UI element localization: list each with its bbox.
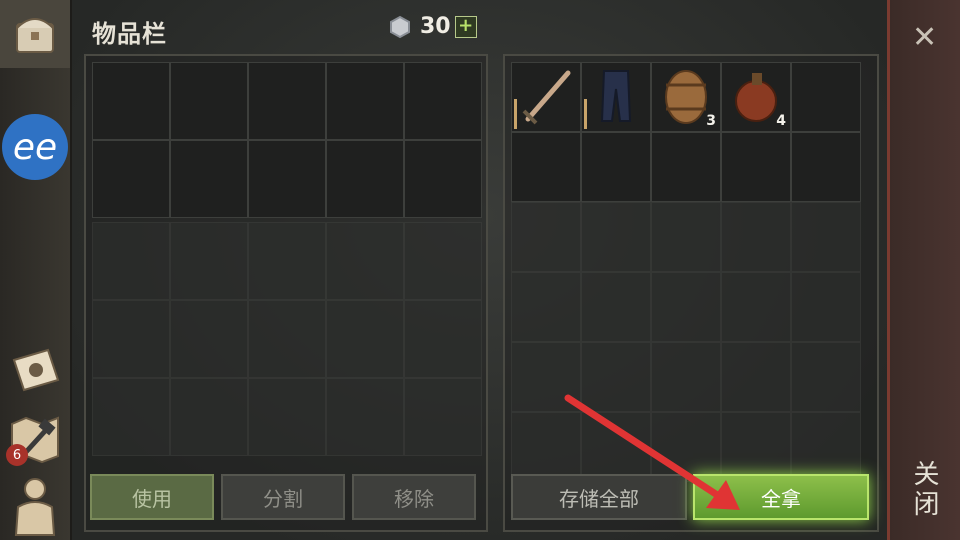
locked-slot <box>791 202 861 272</box>
character-icon[interactable] <box>8 474 62 538</box>
currency-display: 30 + <box>388 14 477 39</box>
locked-slot <box>248 222 326 300</box>
locked-slot <box>326 300 404 378</box>
locked-slot <box>92 300 170 378</box>
locked-slots-grid <box>92 222 482 456</box>
inventory-slot[interactable] <box>326 140 404 218</box>
locked-slot <box>791 272 861 342</box>
loot-grid: 3 4 <box>511 62 863 202</box>
inventory-slot[interactable] <box>404 140 482 218</box>
sword-icon <box>522 70 571 125</box>
close-label: 关闭 <box>909 460 939 520</box>
ee-logo-icon[interactable]: ee <box>2 114 68 180</box>
remove-button[interactable]: 移除 <box>352 474 476 520</box>
locked-slot <box>326 378 404 456</box>
locked-slot <box>170 222 248 300</box>
loot-slot[interactable] <box>581 132 651 202</box>
sidebar-active-tab[interactable] <box>0 0 70 68</box>
locked-slot <box>404 378 482 456</box>
gem-icon <box>390 15 410 38</box>
sidebar: ee 6 <box>0 0 72 540</box>
locked-slot <box>721 272 791 342</box>
split-button[interactable]: 分割 <box>221 474 345 520</box>
loot-slot[interactable] <box>791 62 861 132</box>
sun-book-icon[interactable] <box>6 345 64 395</box>
locked-slot <box>791 342 861 412</box>
locked-slot <box>248 300 326 378</box>
locked-slot <box>511 202 581 272</box>
inventory-slot[interactable] <box>92 62 170 140</box>
locked-slot <box>170 300 248 378</box>
inventory-slot[interactable] <box>404 62 482 140</box>
loot-slot[interactable] <box>651 132 721 202</box>
arrow-pointer-icon <box>564 394 740 510</box>
locked-slot <box>651 202 721 272</box>
locked-slot <box>651 272 721 342</box>
notification-badge: 6 <box>6 444 28 466</box>
locked-slot <box>581 272 651 342</box>
chest-icon <box>10 8 60 58</box>
inventory-slot[interactable] <box>248 140 326 218</box>
item-quantity: 3 <box>706 113 716 129</box>
locked-slot <box>404 222 482 300</box>
locked-slot <box>248 378 326 456</box>
pants-icon <box>600 70 632 122</box>
loot-slot-flask[interactable]: 4 <box>721 62 791 132</box>
add-currency-button[interactable]: + <box>454 15 477 38</box>
loot-slot-pants[interactable] <box>581 62 651 132</box>
durability-bar <box>584 99 587 129</box>
locked-slot <box>791 412 861 482</box>
inventory-slot[interactable] <box>326 62 404 140</box>
use-button[interactable]: 使用 <box>90 474 214 520</box>
loot-slot-barrel[interactable]: 3 <box>651 62 721 132</box>
locked-slot <box>581 202 651 272</box>
locked-slot <box>326 222 404 300</box>
map-hammer-icon[interactable]: 6 <box>6 410 64 466</box>
close-panel[interactable]: ✕ 关闭 <box>887 0 960 540</box>
loot-slot[interactable] <box>721 132 791 202</box>
inventory-slot[interactable] <box>92 140 170 218</box>
locked-slot <box>404 300 482 378</box>
locked-slot <box>92 222 170 300</box>
close-icon[interactable]: ✕ <box>912 20 937 55</box>
locked-slot <box>511 272 581 342</box>
page-title: 物品栏 <box>92 20 167 48</box>
locked-slot <box>92 378 170 456</box>
locked-slot <box>721 202 791 272</box>
loot-slot[interactable] <box>511 132 581 202</box>
inventory-slot[interactable] <box>170 62 248 140</box>
inventory-slot[interactable] <box>170 140 248 218</box>
loot-slot-sword[interactable] <box>511 62 581 132</box>
loot-slot[interactable] <box>791 132 861 202</box>
inventory-slot[interactable] <box>248 62 326 140</box>
locked-slot <box>170 378 248 456</box>
player-inventory-grid <box>92 62 482 218</box>
durability-bar <box>514 99 517 129</box>
currency-value: 30 <box>420 14 451 39</box>
player-inventory-panel <box>84 54 488 532</box>
item-quantity: 4 <box>776 113 786 129</box>
